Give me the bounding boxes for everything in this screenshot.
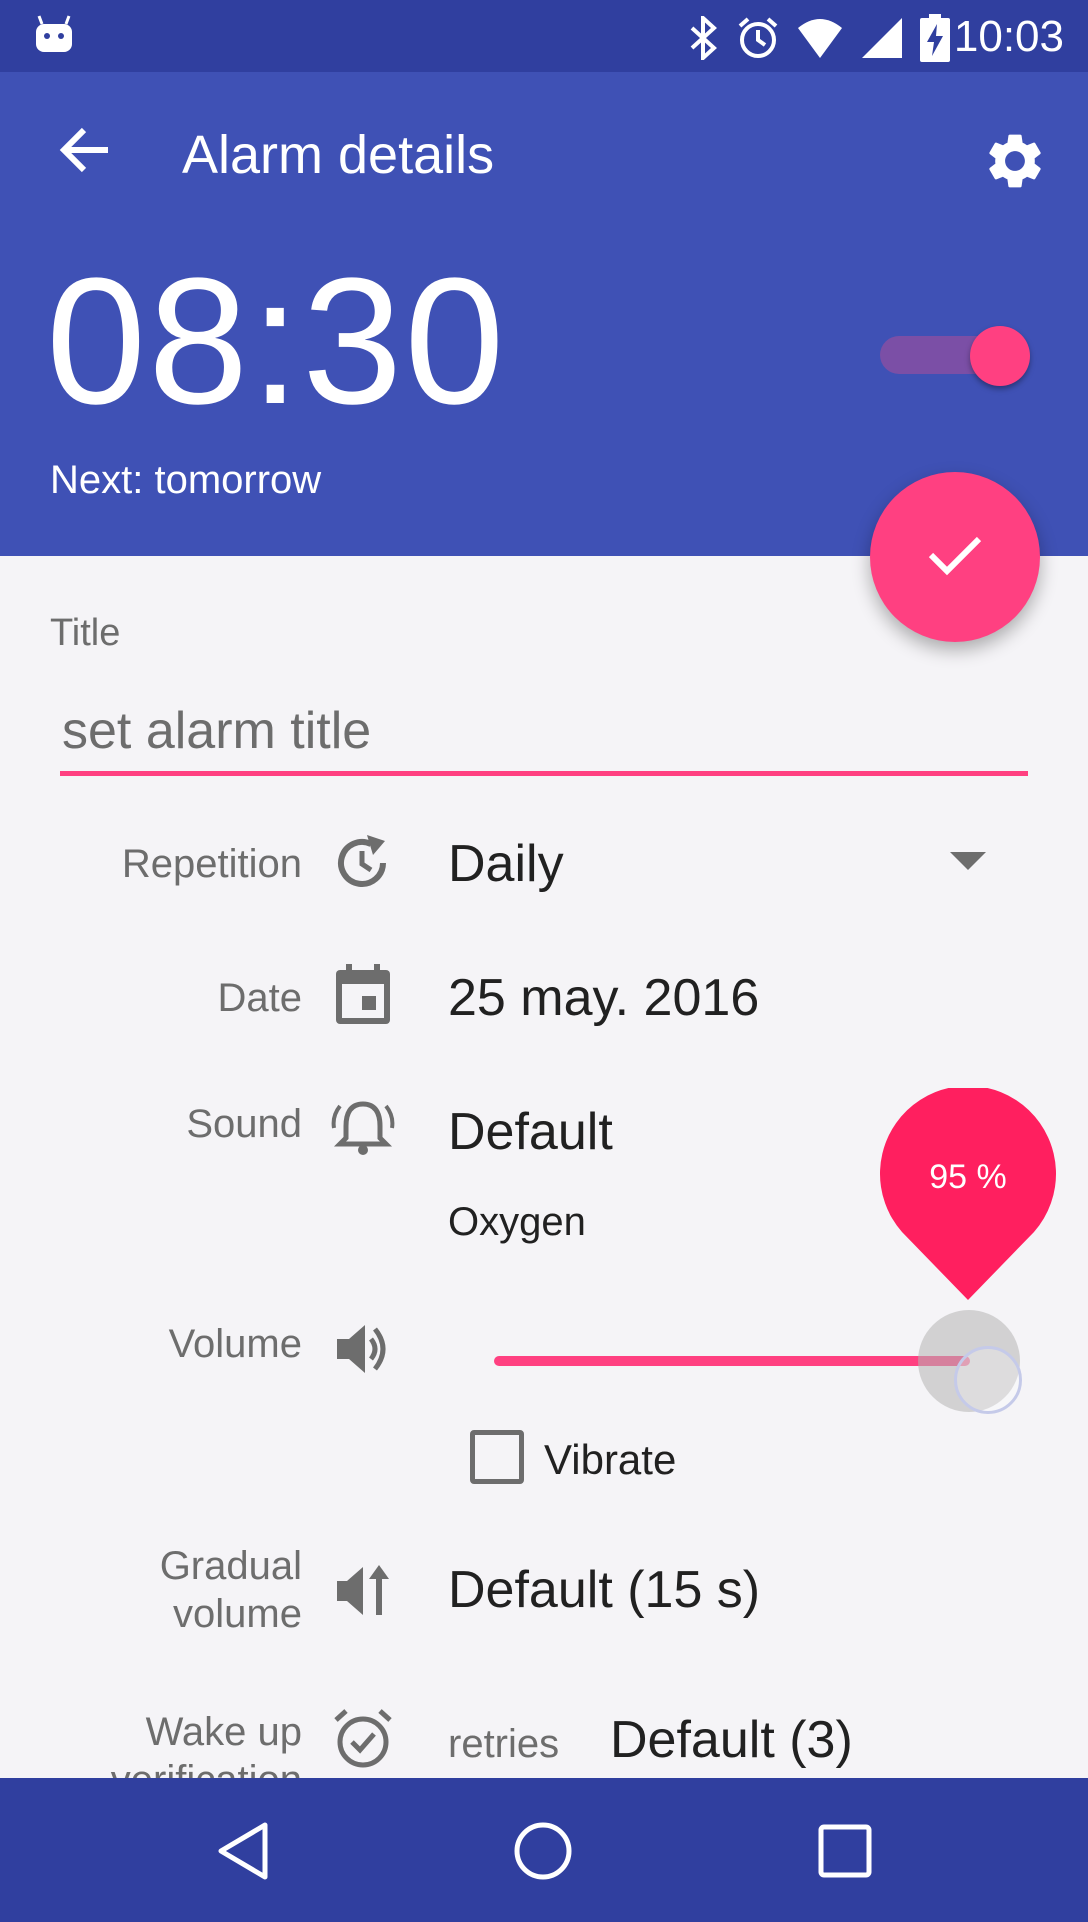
check-icon (925, 531, 985, 584)
chevron-down-icon[interactable] (950, 852, 986, 870)
nav-home-button[interactable] (498, 1808, 588, 1898)
nav-back-button[interactable] (198, 1808, 288, 1898)
sound-value[interactable]: Default (448, 1102, 613, 1162)
title-label: Title (50, 612, 121, 654)
wifi-icon (796, 16, 844, 65)
gradual-volume-value[interactable]: Default (15 s) (448, 1560, 760, 1620)
retries-value[interactable]: Default (3) (610, 1710, 853, 1770)
repetition-value[interactable]: Daily (448, 834, 564, 894)
volume-slider[interactable] (494, 1300, 1034, 1420)
vibrate-label[interactable]: Vibrate (544, 1436, 676, 1484)
nav-recents-button[interactable] (800, 1808, 890, 1898)
gear-icon (982, 134, 1048, 198)
nav-back-icon (213, 1819, 273, 1888)
volume-up-icon (330, 1316, 396, 1382)
back-button[interactable] (50, 122, 120, 182)
date-label: Date (217, 976, 303, 1020)
retries-label: retries (448, 1722, 560, 1766)
settings-button[interactable] (982, 128, 1052, 198)
gradual-volume-label: Gradual volume (160, 1542, 302, 1638)
navigation-bar (0, 1778, 1088, 1922)
page-title: Alarm details (182, 125, 495, 185)
wake-up-label-line1: Wake up (145, 1710, 302, 1754)
alarm-check-icon (330, 1706, 396, 1772)
slider-thumb[interactable] (954, 1346, 1022, 1414)
repetition-label: Repetition (121, 842, 302, 886)
sound-label: Sound (186, 1102, 302, 1146)
title-input[interactable] (60, 690, 1028, 776)
date-value[interactable]: 25 may. 2016 (448, 968, 759, 1028)
alarm-icon (736, 16, 780, 65)
toggle-thumb (970, 326, 1030, 386)
sound-name: Oxygen (448, 1200, 586, 1244)
signal-icon (860, 16, 904, 65)
alarm-enabled-toggle[interactable] (880, 314, 1030, 394)
confirm-fab-button[interactable] (870, 472, 1040, 642)
volume-increase-icon (330, 1558, 396, 1624)
gradual-volume-label-line2: volume (173, 1592, 302, 1636)
volume-label: Volume (168, 1322, 302, 1366)
history-icon (330, 830, 396, 896)
status-time: 10:03 (953, 12, 1064, 61)
calendar-icon (330, 962, 396, 1028)
battery-charging-icon (920, 14, 950, 67)
gradual-volume-label-line1: Gradual (159, 1544, 302, 1588)
nav-home-icon (511, 1819, 575, 1888)
slider-track (494, 1356, 970, 1366)
status-bar: 10:03 (0, 0, 1088, 72)
nav-recents-icon (817, 1823, 873, 1884)
alarm-time[interactable]: 08:30 (46, 252, 506, 432)
bluetooth-icon (688, 13, 720, 65)
arrow-back-icon (58, 126, 112, 179)
volume-percent: 95 % (929, 1158, 1007, 1196)
vibrate-checkbox[interactable] (470, 1430, 524, 1484)
bell-icon (330, 1096, 396, 1162)
next-occurrence: Next: tomorrow (50, 458, 322, 502)
android-icon (34, 14, 74, 59)
